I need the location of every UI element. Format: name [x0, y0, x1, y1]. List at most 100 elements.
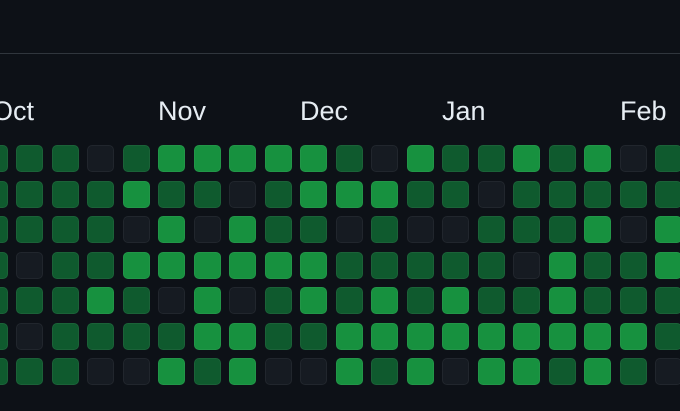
- contribution-cell[interactable]: [300, 358, 327, 385]
- contribution-cell[interactable]: [513, 145, 540, 172]
- contribution-cell[interactable]: [406, 322, 434, 350]
- contribution-cell[interactable]: [158, 322, 185, 350]
- contribution-cell[interactable]: [655, 216, 680, 243]
- contribution-cell[interactable]: [584, 358, 611, 385]
- contribution-cell[interactable]: [371, 287, 398, 314]
- contribution-cell[interactable]: [300, 180, 327, 208]
- contribution-cell[interactable]: [371, 251, 398, 279]
- contribution-cell[interactable]: [229, 322, 256, 350]
- contribution-cell[interactable]: [300, 287, 327, 314]
- contribution-cell[interactable]: [335, 180, 363, 208]
- contribution-cell[interactable]: [158, 216, 185, 243]
- contribution-cell[interactable]: [584, 145, 611, 172]
- contribution-cell[interactable]: [335, 251, 363, 279]
- contribution-cell[interactable]: [300, 216, 327, 243]
- contribution-cell[interactable]: [371, 145, 398, 172]
- contribution-cell[interactable]: [122, 216, 150, 243]
- contribution-cell[interactable]: [51, 251, 79, 279]
- contribution-cell[interactable]: [300, 322, 327, 350]
- contribution-cell[interactable]: [619, 145, 647, 172]
- contribution-cell[interactable]: [16, 251, 43, 279]
- contribution-cell[interactable]: [584, 287, 611, 314]
- contribution-cell[interactable]: [51, 180, 79, 208]
- contribution-cell[interactable]: [87, 322, 114, 350]
- contribution-cell[interactable]: [51, 358, 79, 385]
- contribution-cell[interactable]: [0, 322, 8, 350]
- contribution-cell[interactable]: [584, 322, 611, 350]
- contribution-cell[interactable]: [619, 358, 647, 385]
- contribution-cell[interactable]: [87, 145, 114, 172]
- contribution-cell[interactable]: [16, 358, 43, 385]
- contribution-cell[interactable]: [371, 358, 398, 385]
- contribution-cell[interactable]: [548, 322, 576, 350]
- contribution-cell[interactable]: [513, 180, 540, 208]
- contribution-cell[interactable]: [0, 287, 8, 314]
- contribution-cell[interactable]: [442, 287, 469, 314]
- contribution-cell[interactable]: [548, 180, 576, 208]
- contribution-cell[interactable]: [477, 322, 505, 350]
- contribution-cell[interactable]: [513, 216, 540, 243]
- contribution-cell[interactable]: [477, 145, 505, 172]
- contribution-cell[interactable]: [513, 251, 540, 279]
- contribution-cell[interactable]: [193, 180, 221, 208]
- contribution-cell[interactable]: [406, 180, 434, 208]
- contribution-cell[interactable]: [335, 322, 363, 350]
- contribution-cell[interactable]: [619, 216, 647, 243]
- contribution-cell[interactable]: [442, 145, 469, 172]
- contribution-cell[interactable]: [87, 287, 114, 314]
- contribution-cell[interactable]: [264, 216, 292, 243]
- contribution-cell[interactable]: [0, 358, 8, 385]
- contribution-cell[interactable]: [229, 216, 256, 243]
- contribution-cell[interactable]: [619, 251, 647, 279]
- contribution-cell[interactable]: [655, 145, 680, 172]
- contribution-cell[interactable]: [122, 251, 150, 279]
- contribution-cell[interactable]: [477, 180, 505, 208]
- contribution-cell[interactable]: [158, 145, 185, 172]
- contribution-cell[interactable]: [406, 145, 434, 172]
- contribution-cell[interactable]: [229, 358, 256, 385]
- contribution-cell[interactable]: [335, 216, 363, 243]
- contribution-cell[interactable]: [442, 358, 469, 385]
- contribution-cell[interactable]: [477, 358, 505, 385]
- contribution-cell[interactable]: [442, 216, 469, 243]
- contribution-cell[interactable]: [193, 358, 221, 385]
- contribution-cell[interactable]: [477, 251, 505, 279]
- contribution-cell[interactable]: [16, 322, 43, 350]
- contribution-cell[interactable]: [122, 180, 150, 208]
- contribution-cell[interactable]: [158, 287, 185, 314]
- contribution-cell[interactable]: [548, 251, 576, 279]
- contribution-cell[interactable]: [87, 358, 114, 385]
- contribution-cell[interactable]: [300, 145, 327, 172]
- contribution-cell[interactable]: [619, 287, 647, 314]
- contribution-cell[interactable]: [0, 251, 8, 279]
- contribution-cell[interactable]: [193, 251, 221, 279]
- contribution-cell[interactable]: [229, 145, 256, 172]
- contribution-cell[interactable]: [655, 358, 680, 385]
- contribution-cell[interactable]: [371, 216, 398, 243]
- contribution-cell[interactable]: [477, 216, 505, 243]
- contribution-cell[interactable]: [655, 251, 680, 279]
- contribution-cell[interactable]: [264, 322, 292, 350]
- contribution-cell[interactable]: [513, 287, 540, 314]
- contribution-cell[interactable]: [158, 251, 185, 279]
- contribution-cell[interactable]: [16, 287, 43, 314]
- contribution-cell[interactable]: [619, 322, 647, 350]
- contribution-cell[interactable]: [335, 358, 363, 385]
- contribution-cell[interactable]: [442, 251, 469, 279]
- contribution-cell[interactable]: [229, 251, 256, 279]
- contribution-cell[interactable]: [548, 358, 576, 385]
- contribution-cell[interactable]: [371, 180, 398, 208]
- contribution-cell[interactable]: [87, 180, 114, 208]
- contribution-cell[interactable]: [158, 180, 185, 208]
- contribution-cell[interactable]: [655, 322, 680, 350]
- contribution-cell[interactable]: [122, 145, 150, 172]
- contribution-cell[interactable]: [513, 322, 540, 350]
- contribution-cell[interactable]: [264, 180, 292, 208]
- contribution-cell[interactable]: [548, 216, 576, 243]
- contribution-cell[interactable]: [229, 180, 256, 208]
- contribution-cell[interactable]: [513, 358, 540, 385]
- contribution-cell[interactable]: [193, 322, 221, 350]
- contribution-cell[interactable]: [442, 180, 469, 208]
- contribution-cell[interactable]: [548, 145, 576, 172]
- contribution-cell[interactable]: [442, 322, 469, 350]
